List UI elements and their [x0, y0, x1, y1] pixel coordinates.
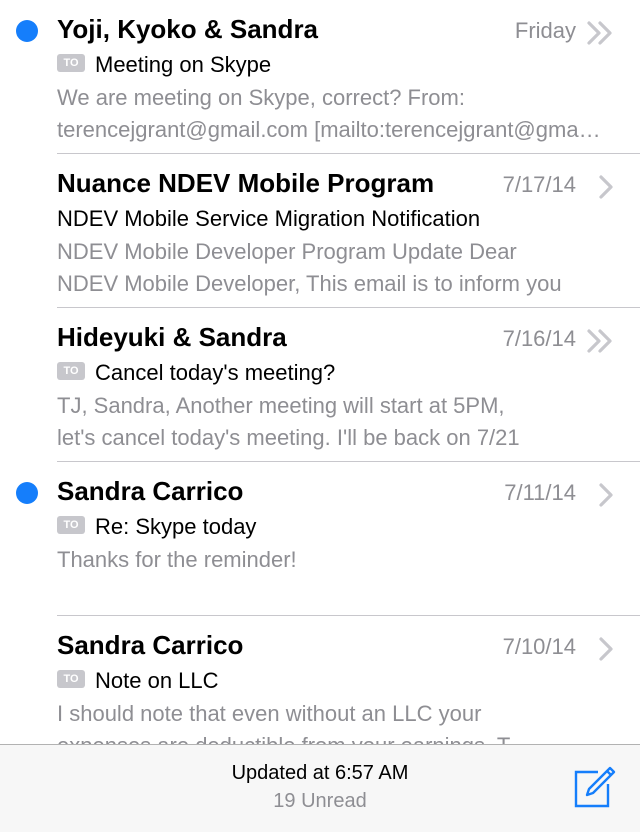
unread-count: 19 Unread	[273, 790, 367, 812]
updated-status: Updated at 6:57 AM	[231, 762, 409, 784]
double-chevron-icon	[587, 21, 612, 45]
message-date: 7/17/14	[502, 172, 576, 197]
message-preview: NDEV Mobile Developer Program Update Dea…	[57, 236, 605, 300]
to-badge: TO	[57, 516, 85, 534]
message-preview-line: TJ, Sandra, Another meeting will start a…	[57, 393, 505, 418]
message-date: 7/11/14	[504, 480, 576, 505]
message-sender: Sandra Carrico	[57, 476, 244, 506]
message-preview-line: NDEV Mobile Developer Program Update Dea…	[57, 239, 517, 264]
message-row[interactable]: Sandra Carrico 7/10/14 TO Note on LLC I s…	[0, 616, 640, 744]
bottom-toolbar: Updated at 6:57 AM 19 Unread	[0, 744, 640, 832]
chevron-right-icon	[599, 483, 613, 507]
message-subject: NDEV Mobile Service Migration Notificati…	[57, 206, 481, 231]
message-preview: Thanks for the reminder!	[57, 544, 605, 576]
message-sender: Hideyuki & Sandra	[57, 322, 287, 352]
message-preview-line: expenses are deductible from your earnin…	[57, 730, 605, 744]
message-subject: Re: Skype today	[95, 514, 257, 539]
unread-dot-icon	[16, 20, 38, 42]
message-preview-line: We are meeting on Skype, correct? From:	[57, 85, 465, 110]
message-sender: Sandra Carrico	[57, 630, 244, 660]
chevron-right-icon	[599, 637, 613, 661]
mailbox-screen: Yoji, Kyoko & Sandra Friday TO Meeting on…	[0, 0, 640, 832]
message-preview-line: NDEV Mobile Developer, This email is to …	[57, 271, 562, 296]
message-date: 7/16/14	[502, 326, 576, 351]
compose-icon[interactable]	[572, 765, 616, 809]
double-chevron-icon	[587, 329, 612, 353]
message-subject-row: TO Meeting on Skype	[57, 52, 271, 80]
message-date: 7/10/14	[502, 634, 576, 659]
unread-dot-icon	[16, 482, 38, 504]
message-sender: Nuance NDEV Mobile Program	[57, 168, 435, 198]
message-list[interactable]: Yoji, Kyoko & Sandra Friday TO Meeting on…	[0, 0, 640, 744]
message-subject-row: TO Note on LLC	[57, 668, 219, 696]
message-subject: Cancel today's meeting?	[95, 360, 336, 385]
message-subject-row: TO Cancel today's meeting?	[57, 360, 335, 388]
message-preview: We are meeting on Skype, correct? From: …	[57, 82, 605, 146]
message-preview-line: let's cancel today's meeting. I'll be ba…	[57, 425, 520, 450]
message-preview: TJ, Sandra, Another meeting will start a…	[57, 390, 605, 454]
message-subject-row: TO Re: Skype today	[57, 514, 256, 542]
message-sender: Yoji, Kyoko & Sandra	[57, 14, 319, 44]
message-preview-line: terencejgrant@gmail.com [mailto:terencej…	[57, 117, 605, 142]
message-row[interactable]: Yoji, Kyoko & Sandra Friday TO Meeting on…	[0, 0, 640, 154]
to-badge: TO	[57, 670, 85, 688]
chevron-right-icon	[599, 175, 613, 199]
message-date: Friday	[514, 18, 576, 43]
message-row[interactable]: Sandra Carrico 7/11/14 TO Re: Skype today…	[0, 462, 640, 616]
message-preview-line: Thanks for the reminder!	[57, 547, 297, 572]
message-row[interactable]: Hideyuki & Sandra 7/16/14 TO Cancel today…	[0, 308, 640, 462]
to-badge: TO	[57, 54, 85, 72]
message-subject: Meeting on Skype	[95, 52, 272, 77]
message-preview-line: I should note that even without an LLC y…	[57, 701, 482, 726]
to-badge: TO	[57, 362, 85, 380]
message-preview: I should note that even without an LLC y…	[57, 698, 605, 744]
message-subject-row: NDEV Mobile Service Migration Notificati…	[57, 206, 480, 234]
message-row[interactable]: Nuance NDEV Mobile Program 7/17/14 NDEV …	[0, 154, 640, 308]
message-subject: Note on LLC	[95, 668, 219, 693]
